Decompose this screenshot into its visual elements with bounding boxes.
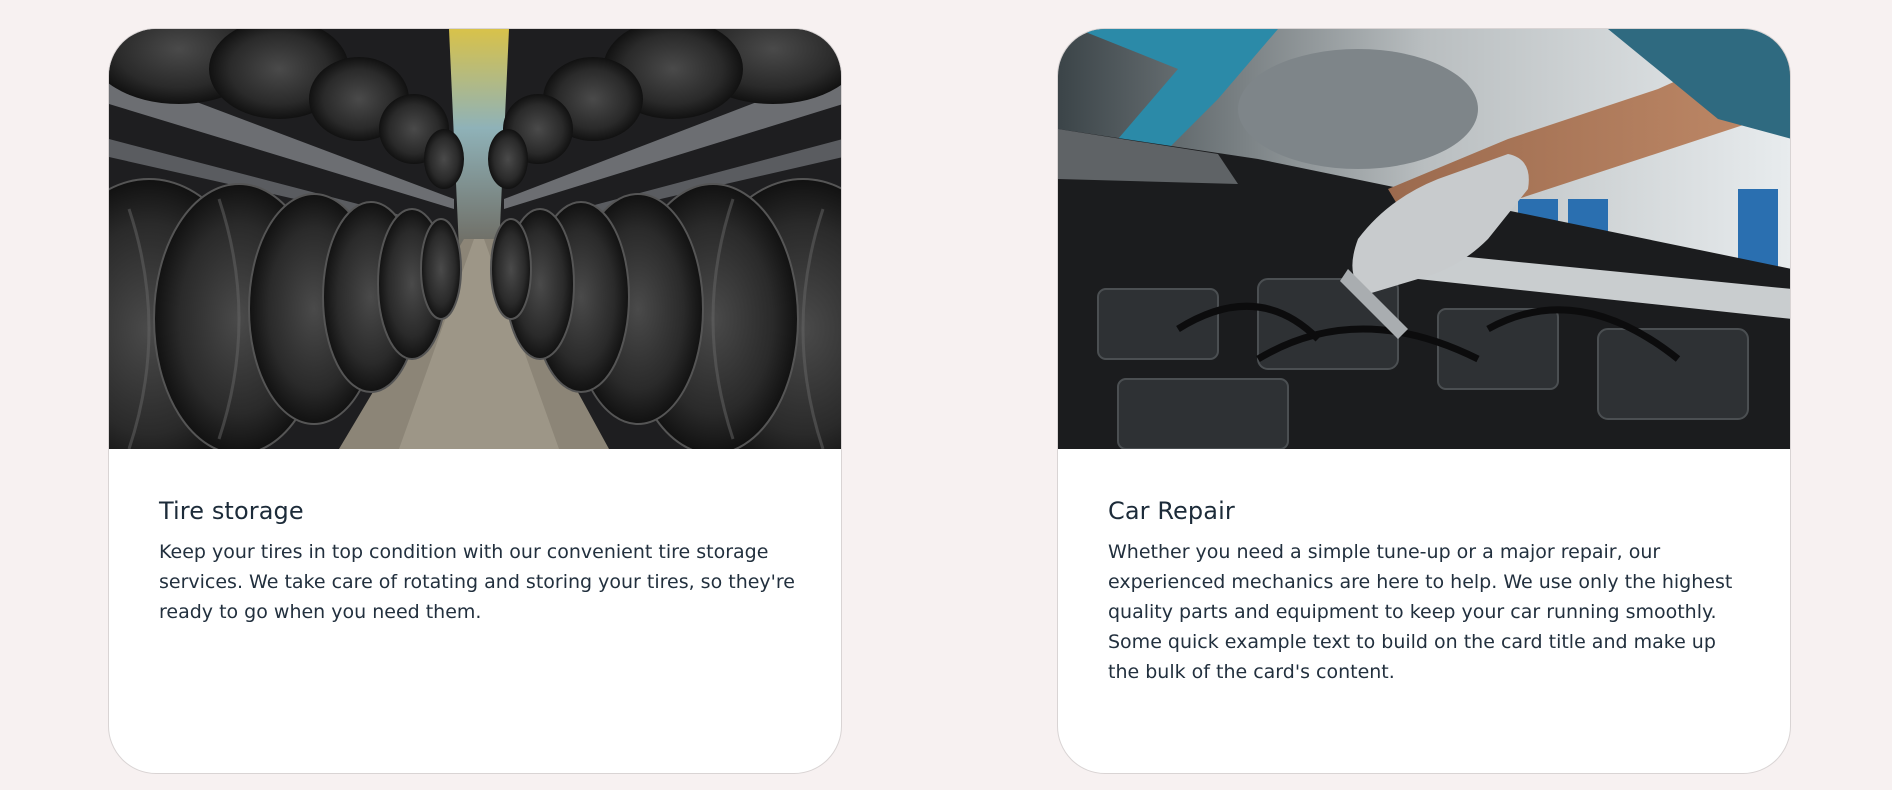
tire-storage-image — [109, 29, 841, 449]
card-tire-storage: Tire storage Keep your tires in top cond… — [108, 28, 842, 774]
car-repair-image — [1058, 29, 1790, 449]
card-text: Whether you need a simple tune-up or a m… — [1108, 541, 1733, 683]
card-title: Car Repair — [1108, 497, 1235, 525]
card-body: Tire storage Keep your tires in top cond… — [159, 495, 799, 627]
card-body: Car Repair Whether you need a simple tun… — [1108, 495, 1748, 687]
card-title: Tire storage — [159, 497, 304, 525]
card-text: Keep your tires in top condition with ou… — [159, 541, 795, 623]
card-car-repair: Car Repair Whether you need a simple tun… — [1057, 28, 1791, 774]
